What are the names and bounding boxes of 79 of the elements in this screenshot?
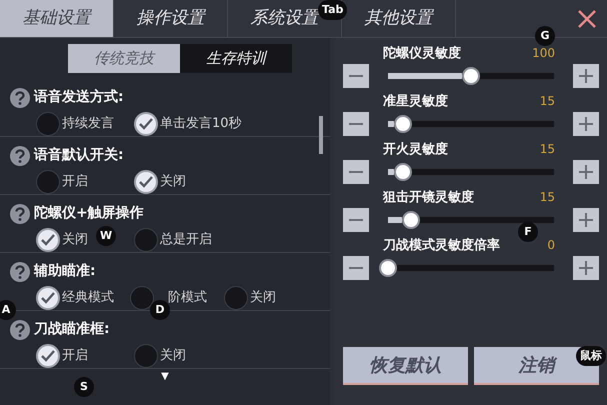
plus-button[interactable] bbox=[573, 112, 599, 136]
subtab[interactable]: 生存特训 bbox=[180, 44, 292, 73]
check-icon bbox=[139, 176, 153, 188]
setting-title: 语音发送方式: bbox=[34, 88, 124, 107]
setting-title: 陀螺仪+触屏操作 bbox=[34, 204, 144, 223]
slider-label: 开火灵敏度 bbox=[383, 140, 448, 159]
subtab[interactable]: 传统竞技 bbox=[68, 44, 180, 73]
help-icon[interactable] bbox=[10, 320, 30, 340]
option-label: 关闭 bbox=[160, 173, 186, 192]
option-label: 阶模式 bbox=[167, 289, 207, 308]
plus-icon bbox=[579, 212, 593, 226]
radio[interactable] bbox=[130, 286, 154, 310]
plus-button[interactable] bbox=[573, 160, 599, 184]
minus-icon bbox=[349, 266, 363, 268]
setting-title: 语音默认开关: bbox=[34, 146, 124, 165]
scrollbar[interactable] bbox=[319, 116, 323, 154]
radio[interactable] bbox=[36, 112, 60, 136]
radio[interactable] bbox=[134, 228, 158, 252]
slider-reading: 15 bbox=[540, 93, 555, 110]
plus-icon bbox=[579, 116, 593, 130]
tab[interactable]: 基础设置 bbox=[0, 0, 114, 37]
option-label: 开启 bbox=[62, 173, 88, 192]
slider-label: 准星灵敏度 bbox=[383, 92, 448, 111]
slider-reading: 15 bbox=[540, 189, 555, 206]
help-icon[interactable] bbox=[10, 262, 30, 282]
slider-label: 狙击开镜灵敏度 bbox=[383, 188, 474, 207]
checked-radio[interactable] bbox=[134, 170, 158, 194]
checked-radio[interactable] bbox=[36, 228, 60, 252]
plus-icon bbox=[579, 68, 593, 82]
minus-icon bbox=[349, 218, 363, 220]
check-icon bbox=[41, 292, 55, 304]
option-label: 经典模式 bbox=[62, 289, 114, 308]
help-icon[interactable] bbox=[10, 146, 30, 166]
option-label: 关闭 bbox=[160, 347, 186, 366]
minus-button[interactable] bbox=[343, 160, 369, 184]
minus-button[interactable] bbox=[343, 208, 369, 232]
minus-icon bbox=[349, 170, 363, 172]
minus-icon bbox=[349, 74, 363, 76]
checked-radio[interactable] bbox=[36, 344, 60, 368]
plus-icon bbox=[579, 260, 593, 274]
option-label: 总是开启 bbox=[160, 231, 212, 250]
slider-thumb[interactable] bbox=[402, 210, 420, 228]
minus-button[interactable] bbox=[343, 112, 369, 136]
radio[interactable] bbox=[134, 344, 158, 368]
checked-radio[interactable] bbox=[134, 112, 158, 136]
slider-thumb[interactable] bbox=[394, 162, 412, 180]
slider-thumb[interactable] bbox=[462, 66, 480, 84]
check-icon bbox=[139, 118, 153, 130]
slider-reading: 15 bbox=[540, 141, 555, 158]
action-button[interactable]: 恢复默认 bbox=[343, 347, 468, 385]
plus-button[interactable] bbox=[573, 64, 599, 88]
minus-button[interactable] bbox=[343, 64, 369, 88]
option-label: 关闭 bbox=[250, 289, 276, 308]
option-label: 关闭 bbox=[62, 231, 88, 250]
setting-title: 刀战瞄准框: bbox=[34, 320, 110, 339]
option-label: 单击发言10秒 bbox=[160, 115, 242, 134]
slider-thumb[interactable] bbox=[394, 114, 412, 132]
check-icon bbox=[41, 234, 55, 246]
slider-label: 刀战模式灵敏度倍率 bbox=[383, 236, 500, 255]
setting-title: 辅助瞄准: bbox=[34, 262, 96, 281]
plus-button[interactable] bbox=[573, 208, 599, 232]
checked-radio[interactable] bbox=[36, 286, 60, 310]
slider-label: 陀螺仪灵敏度 bbox=[383, 44, 461, 63]
radio[interactable] bbox=[224, 286, 248, 310]
radio[interactable] bbox=[36, 170, 60, 194]
minus-button[interactable] bbox=[343, 256, 369, 280]
minus-icon bbox=[349, 122, 363, 124]
help-icon[interactable] bbox=[10, 88, 30, 108]
close-icon bbox=[577, 8, 597, 28]
plus-button[interactable] bbox=[573, 256, 599, 280]
option-label: 持续发言 bbox=[62, 115, 114, 134]
check-icon bbox=[41, 350, 55, 362]
plus-icon bbox=[579, 164, 593, 178]
help-icon[interactable] bbox=[10, 204, 30, 224]
slider-reading: 100 bbox=[532, 45, 555, 62]
option-label: 开启 bbox=[62, 347, 88, 366]
tab[interactable]: 操作设置 bbox=[114, 0, 228, 37]
slider-thumb[interactable] bbox=[379, 258, 397, 276]
slider-reading: 0 bbox=[547, 237, 555, 254]
